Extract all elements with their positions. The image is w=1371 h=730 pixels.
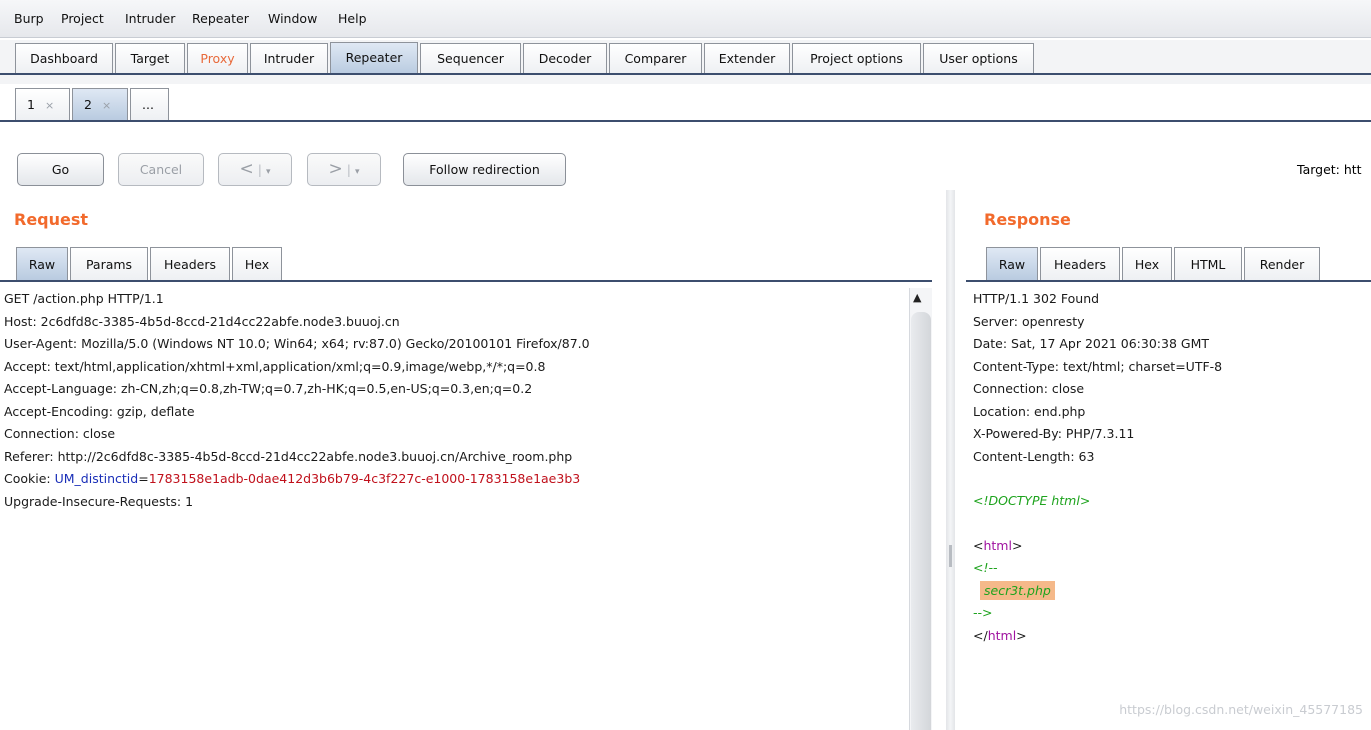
response-line: Content-Length: 63 [973, 448, 1095, 464]
tab-sequencer[interactable]: Sequencer [420, 43, 521, 73]
forward-button[interactable]: > | ▾ [307, 153, 381, 186]
tab-repeater[interactable]: Repeater [330, 42, 418, 74]
response-tab-headers[interactable]: Headers [1040, 247, 1120, 280]
response-tab-underline [966, 280, 1371, 282]
response-tab-render[interactable]: Render [1244, 247, 1320, 280]
request-tab-underline [0, 280, 932, 282]
repeater-tab-new[interactable]: ... [130, 88, 169, 120]
cookie-line: Cookie: UM_distinctid=1783158e1adb-0dae4… [4, 468, 580, 490]
request-line: Accept-Encoding: gzip, deflate [4, 403, 195, 419]
close-icon[interactable]: × [102, 99, 111, 112]
response-line: Date: Sat, 17 Apr 2021 06:30:38 GMT [973, 336, 1209, 351]
request-line: Host: 2c6dfd8c-3385-4b5d-8ccd-21d4cc22ab… [4, 313, 400, 329]
menu-help[interactable]: Help [338, 11, 367, 26]
tab-comparer[interactable]: Comparer [609, 43, 702, 73]
target-label[interactable]: Target: htt [1297, 162, 1362, 177]
close-icon[interactable]: × [45, 99, 54, 112]
request-editor[interactable]: GET /action.php HTTP/1.1 Host: 2c6dfd8c-… [0, 288, 908, 730]
request-line: Connection: close [4, 426, 116, 441]
request-tab-params[interactable]: Params [70, 247, 148, 280]
menu-project[interactable]: Project [61, 11, 104, 26]
forward-arrow-icon: > [328, 159, 343, 179]
chevron-down-icon: ▾ [265, 167, 271, 177]
repeater-tab-1-label: 1 [27, 97, 35, 112]
tab-extender[interactable]: Extender [704, 43, 790, 73]
comment-close: --> [973, 605, 993, 620]
tab-user-options[interactable]: User options [923, 43, 1034, 73]
tab-proxy[interactable]: Proxy [187, 43, 248, 73]
html-close-tag-name: html [987, 628, 1017, 643]
html-tag-name: html [983, 538, 1012, 553]
cookie-equals: = [138, 471, 149, 486]
split-divider[interactable] [946, 190, 955, 730]
html-close-line: </html> [973, 625, 1027, 647]
tag-bracket: > [1011, 538, 1023, 553]
tag-bracket: </ [973, 628, 988, 643]
tab-project-options[interactable]: Project options [792, 43, 921, 73]
request-tab-raw[interactable]: Raw [16, 247, 68, 280]
request-line: User-Agent: Mozilla/5.0 (Windows NT 10.0… [4, 336, 590, 351]
menu-intruder[interactable]: Intruder [125, 11, 175, 26]
response-line: Server: openresty [973, 313, 1085, 329]
back-button[interactable]: < | ▾ [218, 153, 292, 186]
repeater-tab-2-label: 2 [84, 97, 92, 112]
response-line: X-Powered-By: PHP/7.3.11 [973, 426, 1135, 441]
cookie-name: UM_distinctid [54, 471, 139, 486]
comment-text-line: secr3t.php [980, 580, 1055, 602]
request-line: Referer: http://2c6dfd8c-3385-4b5d-8ccd-… [4, 448, 573, 464]
doctype-line: <!DOCTYPE html> [973, 493, 1091, 508]
response-line: Content-Type: text/html; charset=UTF-8 [973, 358, 1223, 374]
request-tab-headers[interactable]: Headers [150, 247, 230, 280]
html-open-line: <html> [973, 535, 1022, 557]
request-line: GET /action.php HTTP/1.1 [4, 291, 164, 306]
highlighted-comment-text: secr3t.php [980, 581, 1055, 600]
response-tab-html[interactable]: HTML [1174, 247, 1242, 280]
response-line: Connection: close [973, 381, 1085, 396]
request-tab-hex[interactable]: Hex [232, 247, 282, 280]
request-line: Upgrade-Insecure-Requests: 1 [4, 493, 194, 509]
go-button[interactable]: Go [17, 153, 104, 186]
request-line: Accept: text/html,application/xhtml+xml,… [4, 358, 546, 374]
tag-bracket: < [973, 538, 984, 553]
tag-bracket: > [1016, 628, 1027, 643]
comment-open: <!-- [973, 560, 998, 575]
divider-grip-icon[interactable] [949, 545, 952, 567]
cookie-prefix: Cookie: [4, 471, 55, 486]
watermark: https://blog.csdn.net/weixin_45577185 [1119, 702, 1363, 717]
new-tab-label: ... [142, 97, 154, 112]
scrollbar-thumb[interactable] [911, 312, 931, 730]
response-title: Response [984, 210, 1071, 229]
response-tab-raw[interactable]: Raw [986, 247, 1038, 280]
request-line: Accept-Language: zh-CN,zh;q=0.8,zh-TW;q=… [4, 381, 533, 396]
tab-decoder[interactable]: Decoder [523, 43, 607, 73]
response-line: HTTP/1.1 302 Found [973, 291, 1100, 306]
chevron-down-icon: ▾ [354, 167, 360, 177]
menu-window[interactable]: Window [268, 11, 317, 26]
menu-bar: Burp Project Intruder Repeater Window He… [0, 0, 1371, 38]
tab-dashboard[interactable]: Dashboard [15, 43, 113, 73]
request-title: Request [14, 210, 89, 229]
tab-target[interactable]: Target [115, 43, 185, 73]
repeater-tab-1[interactable]: 1 × [15, 88, 70, 120]
scroll-up-icon[interactable]: ▲ [913, 291, 921, 304]
menu-repeater[interactable]: Repeater [192, 11, 249, 26]
menu-burp[interactable]: Burp [14, 11, 44, 26]
follow-redirection-button[interactable]: Follow redirection [403, 153, 566, 186]
tab-intruder[interactable]: Intruder [250, 43, 328, 73]
main-tab-underline [0, 73, 1371, 75]
cancel-button[interactable]: Cancel [118, 153, 204, 186]
response-line: Location: end.php [973, 403, 1086, 419]
back-arrow-icon: < [239, 159, 254, 179]
response-viewer[interactable]: HTTP/1.1 302 Found Server: openresty Dat… [968, 288, 1371, 730]
sub-tab-underline [0, 120, 1371, 122]
response-tab-hex[interactable]: Hex [1122, 247, 1172, 280]
repeater-tab-2[interactable]: 2 × [72, 88, 128, 120]
cookie-value: 1783158e1adb-0dae412d3b6b79-4c3f227c-e10… [148, 471, 581, 486]
